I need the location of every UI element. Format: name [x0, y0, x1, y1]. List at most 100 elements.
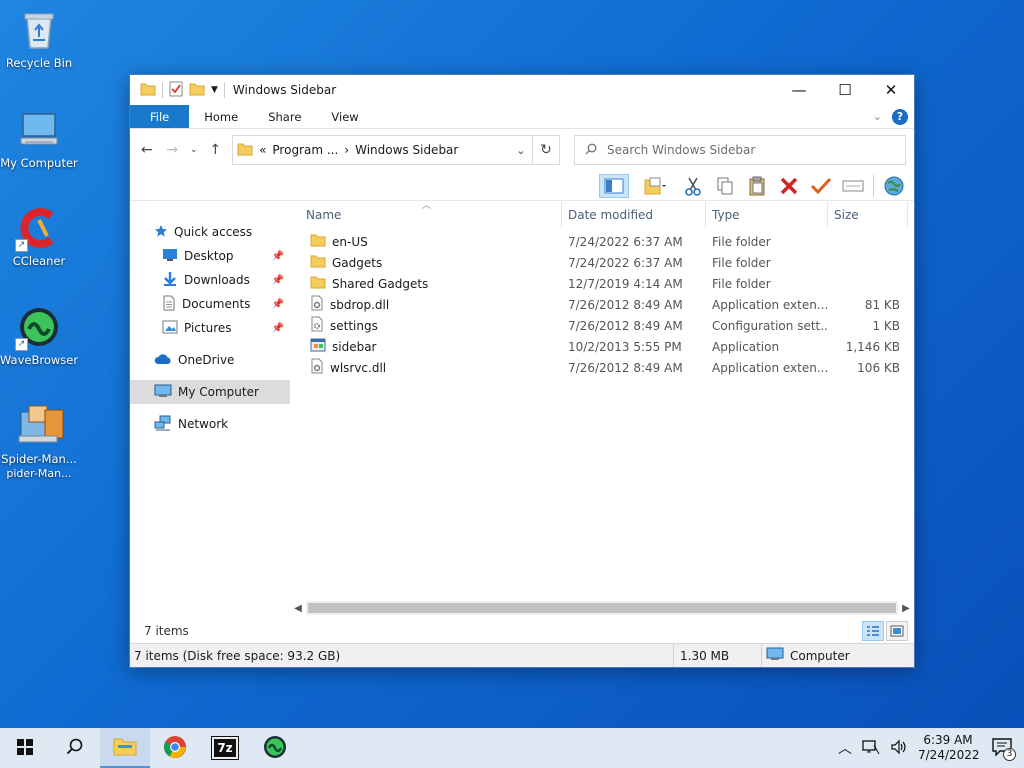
table-row[interactable]: sidebar 10/2/2013 5:55 PM Application 1,…: [290, 336, 914, 357]
customize-qat-icon[interactable]: ▼: [211, 85, 218, 95]
nav-item-desktop[interactable]: Desktop 📌: [130, 244, 290, 268]
close-button[interactable]: ✕: [868, 75, 914, 105]
pin-icon[interactable]: 📌: [272, 299, 284, 310]
taskbar-wavebrowser[interactable]: [250, 728, 300, 768]
copy-icon[interactable]: [713, 174, 737, 198]
nav-item-pictures[interactable]: Pictures 📌: [130, 316, 290, 340]
nav-item-onedrive[interactable]: OneDrive: [130, 348, 290, 372]
taskbar-chrome[interactable]: [150, 728, 200, 768]
address-bar-row: ← → ⌄ ↑ « Program ... › Windows Sidebar …: [130, 129, 914, 171]
items-count: 7 items: [144, 624, 189, 638]
table-row[interactable]: settings 7/26/2012 8:49 AM Configuration…: [290, 315, 914, 336]
desktop-icon-my-computer[interactable]: My Computer: [0, 108, 78, 170]
table-row[interactable]: Shared Gadgets 12/7/2019 4:14 AM File fo…: [290, 273, 914, 294]
taskbar-7zip[interactable]: 7z: [200, 728, 250, 768]
back-button[interactable]: ←: [138, 142, 155, 158]
nav-item-label: Pictures: [184, 321, 232, 335]
status-location: Computer: [762, 644, 912, 667]
clock[interactable]: 6:39 AM 7/24/2022: [918, 733, 980, 763]
layout-button[interactable]: [637, 174, 673, 198]
table-row[interactable]: en-US 7/24/2022 6:37 AM File folder: [290, 231, 914, 252]
breadcrumb-item-windows-sidebar[interactable]: Windows Sidebar: [355, 143, 458, 157]
window-title: Windows Sidebar: [232, 83, 337, 97]
up-button[interactable]: ↑: [207, 142, 224, 158]
spider-man-icon: [17, 404, 64, 448]
recent-locations-icon[interactable]: ⌄: [189, 145, 199, 155]
desktop-icon-recycle-bin[interactable]: Recycle Bin: [0, 8, 78, 70]
globe-icon[interactable]: [882, 174, 906, 198]
pin-icon[interactable]: 📌: [272, 323, 284, 334]
dll-icon: [310, 358, 324, 377]
column-header-size[interactable]: Size: [828, 202, 908, 228]
expand-ribbon-icon[interactable]: ⌄: [873, 110, 882, 123]
properties-icon[interactable]: [169, 81, 183, 100]
title-bar: ▼ Windows Sidebar — ☐ ✕: [130, 75, 914, 105]
ribbon-tabs: File Home Share View ⌄ ?: [130, 105, 914, 129]
search-icon: [585, 143, 597, 158]
desktop-icon-wavebrowser[interactable]: ↗ WaveBrowser: [0, 305, 78, 367]
tab-share[interactable]: Share: [253, 105, 316, 128]
preview-pane-button[interactable]: [599, 173, 629, 198]
nav-item-quick-access[interactable]: Quick access: [130, 220, 290, 244]
paste-icon[interactable]: [745, 174, 769, 198]
tab-file[interactable]: File: [130, 105, 190, 128]
taskbar-file-explorer[interactable]: [100, 728, 150, 768]
tab-home[interactable]: Home: [189, 105, 253, 128]
scrollbar-thumb[interactable]: [308, 603, 896, 613]
nav-item-documents[interactable]: Documents 📌: [130, 292, 290, 316]
horizontal-scrollbar[interactable]: ◀ ▶: [290, 600, 914, 616]
properties-check-icon[interactable]: [809, 174, 833, 198]
start-button[interactable]: [0, 728, 50, 768]
rename-icon[interactable]: [841, 174, 865, 198]
desktop-icon-ccleaner[interactable]: ↗ CCleaner: [0, 206, 78, 268]
nav-item-my-computer[interactable]: My Computer: [130, 380, 290, 404]
breadcrumb-separator[interactable]: ›: [344, 143, 349, 157]
file-name: wlsrvc.dll: [330, 360, 387, 375]
breadcrumb-item-program-files[interactable]: Program ...: [272, 143, 338, 157]
refresh-button[interactable]: ↻: [532, 135, 561, 165]
file-size: 1,146 KB: [845, 339, 900, 354]
column-header-date-modified[interactable]: Date modified: [562, 202, 706, 228]
view-switcher: [862, 621, 914, 641]
maximize-button[interactable]: ☐: [822, 75, 868, 105]
delete-icon[interactable]: [777, 174, 801, 198]
table-row[interactable]: sbdrop.dll 7/26/2012 8:49 AM Application…: [290, 294, 914, 315]
help-icon[interactable]: ?: [892, 108, 908, 125]
file-rows: en-US 7/24/2022 6:37 AM File folder Gadg…: [290, 231, 914, 378]
desktop-icon: [162, 248, 178, 265]
address-bar[interactable]: « Program ... › Windows Sidebar ⌄: [232, 135, 533, 165]
cut-icon[interactable]: [681, 174, 705, 198]
desktop-icon-sublabel: pider-Man...: [6, 467, 72, 480]
pin-icon[interactable]: 📌: [272, 251, 284, 262]
nav-item-network[interactable]: Network: [130, 412, 290, 436]
desktop-icon-spider-man[interactable]: Spider-Man... pider-Man...: [0, 404, 78, 480]
explorer-window: ▼ Windows Sidebar — ☐ ✕ File Home Share …: [129, 74, 915, 668]
scroll-right-icon[interactable]: ▶: [898, 603, 914, 614]
network-tray-icon[interactable]: [862, 739, 880, 758]
column-headers: ︿ Name Date modified Type Size: [290, 201, 914, 228]
forward-button[interactable]: →: [163, 142, 180, 158]
scrollbar-track[interactable]: [306, 601, 898, 615]
minimize-button[interactable]: —: [776, 75, 822, 105]
address-dropdown-icon[interactable]: ⌄: [510, 144, 532, 157]
action-center-button[interactable]: 3: [988, 734, 1016, 762]
tab-view[interactable]: View: [316, 105, 373, 128]
volume-icon[interactable]: [890, 739, 908, 758]
chevron-up-icon[interactable]: ︿: [838, 738, 852, 758]
details-view-button[interactable]: [862, 621, 884, 641]
search-button[interactable]: [50, 728, 100, 768]
new-folder-icon[interactable]: [189, 82, 205, 99]
file-name: sidebar: [332, 339, 377, 354]
search-input[interactable]: Search Windows Sidebar: [574, 135, 907, 165]
nav-item-downloads[interactable]: Downloads 📌: [130, 268, 290, 292]
large-icons-view-button[interactable]: [886, 621, 908, 641]
nav-item-label: OneDrive: [178, 353, 235, 367]
table-row[interactable]: wlsrvc.dll 7/26/2012 8:49 AM Application…: [290, 357, 914, 378]
scroll-left-icon[interactable]: ◀: [290, 603, 306, 614]
breadcrumb-overflow[interactable]: «: [259, 143, 266, 157]
pin-icon[interactable]: 📌: [272, 275, 284, 286]
wavebrowser-icon: ↗: [15, 305, 61, 351]
shortcut-arrow-icon: ↗: [15, 338, 28, 351]
table-row[interactable]: Gadgets 7/24/2022 6:37 AM File folder: [290, 252, 914, 273]
column-header-type[interactable]: Type: [706, 202, 828, 228]
